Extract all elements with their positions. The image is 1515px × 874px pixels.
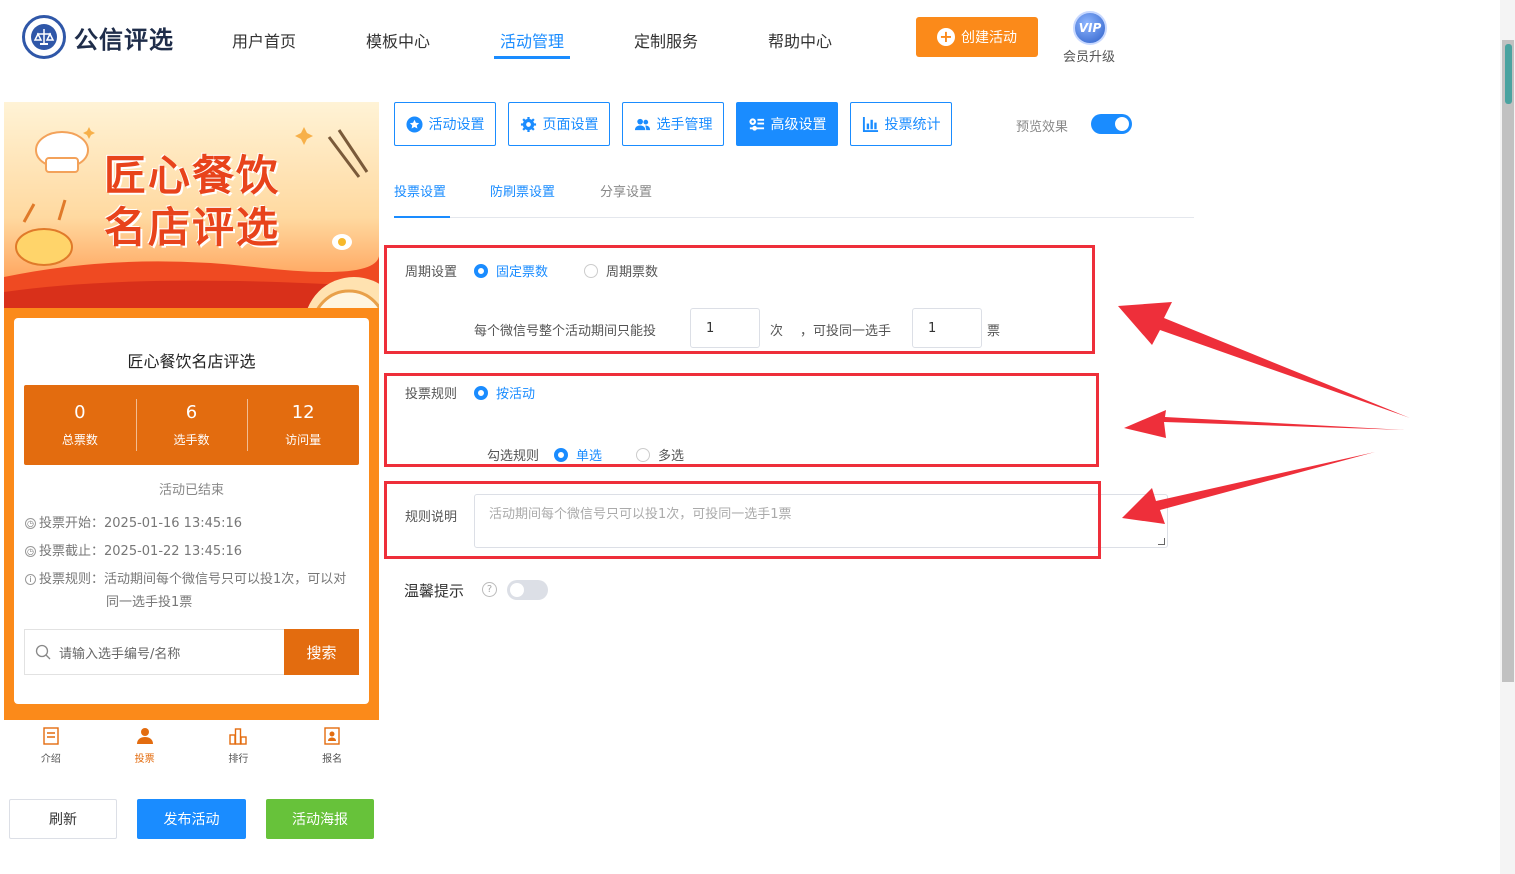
nav-active-indicator (494, 56, 570, 59)
preview-effect-label: 预览效果 (1016, 120, 1069, 135)
stat-visits: 12 访问量 (247, 385, 359, 465)
subtab-divider (394, 217, 1194, 218)
vote-statistics-button[interactable]: 投票统计 (850, 102, 952, 146)
activity-poster-button[interactable]: 活动海报 (266, 799, 374, 839)
ranking-icon (229, 727, 248, 745)
banner-title: 匠心餐饮 名店评选 (104, 151, 281, 252)
player-search-input[interactable]: 请输入选手编号/名称 (24, 629, 284, 675)
vote-start-line: ◷ 投票开始：2025-01-16 13:45:16 (25, 516, 243, 531)
bar-chart-icon (862, 116, 878, 132)
arrow-to-description (1122, 452, 1375, 524)
player-management-button[interactable]: 选手管理 (622, 102, 724, 146)
document-icon (43, 726, 59, 745)
stats-box: 0 总票数 6 选手数 12 访问量 (24, 385, 359, 465)
subtab-share-settings[interactable]: 分享设置 (600, 181, 652, 200)
page-settings-button[interactable]: 页面设置 (508, 102, 610, 146)
preview-banner: 匠心餐饮 名店评选 (4, 102, 379, 312)
info-icon: i (25, 574, 36, 585)
warm-tip-label: 温馨提示 (404, 582, 465, 600)
vote-rule-line-2: 同一选手投1票 (106, 595, 193, 610)
scrollbar-thumb[interactable] (1502, 40, 1514, 682)
help-icon[interactable]: ? (482, 582, 497, 597)
nav-template-center[interactable]: 模板中心 (366, 28, 430, 52)
vip-upgrade-link[interactable]: 会员升级 (1063, 46, 1115, 65)
refresh-button[interactable]: 刷新 (9, 799, 117, 839)
activity-settings-button[interactable]: 活动设置 (394, 102, 496, 146)
annotation-arrows (1118, 302, 1410, 524)
nav-help-center[interactable]: 帮助中心 (768, 28, 832, 52)
arrow-to-cycle (1118, 302, 1410, 418)
card-title: 匠心餐饮名店评选 (127, 352, 256, 371)
arrow-to-rule (1124, 410, 1405, 438)
tab-vote[interactable]: 投票 (98, 720, 192, 770)
create-activity-button[interactable]: + 创建活动 (916, 17, 1038, 57)
activity-status: 活动已结束 (158, 483, 224, 498)
sliders-icon (748, 117, 764, 131)
highlight-box-description (384, 481, 1101, 559)
scrollbar-indicator (1505, 44, 1512, 104)
vote-end-line: ◷ 投票截止：2025-01-22 13:45:16 (25, 544, 243, 559)
nav-custom-service[interactable]: 定制服务 (634, 28, 698, 52)
advanced-settings-button[interactable]: 高级设置 (736, 102, 838, 146)
tab-intro[interactable]: 介绍 (4, 720, 98, 770)
publish-activity-button[interactable]: 发布活动 (137, 799, 246, 839)
preview-effect-toggle[interactable] (1091, 114, 1132, 134)
stat-players: 6 选手数 (135, 385, 248, 465)
nav-activity-management[interactable]: 活动管理 (500, 28, 564, 52)
plus-icon: + (937, 28, 955, 46)
preview-tabbar: 介绍 投票 排行 报名 (4, 720, 379, 770)
clock-icon: ◷ (25, 518, 36, 529)
vote-rule-line: i 投票规则：活动期间每个微信号只可以投1次，可以对 (25, 568, 346, 591)
search-button[interactable]: 搜索 (284, 629, 359, 675)
vip-icon[interactable]: VIP (1073, 11, 1107, 45)
signup-icon (324, 726, 340, 745)
highlight-box-cycle (384, 245, 1095, 354)
subtab-active-indicator (394, 216, 450, 218)
nav-user-home[interactable]: 用户首页 (232, 28, 296, 52)
tab-ranking[interactable]: 排行 (192, 720, 286, 770)
users-icon (634, 118, 650, 130)
subtab-vote-settings[interactable]: 投票设置 (394, 181, 446, 200)
subtab-anti-fraud[interactable]: 防刷票设置 (490, 181, 555, 200)
stat-total-votes: 0 总票数 (61, 402, 98, 447)
warm-tip-toggle[interactable] (507, 580, 548, 600)
app-name: 公信评选 (74, 26, 174, 54)
star-icon (405, 115, 423, 133)
logo-icon (22, 15, 66, 59)
clock-icon: ◷ (25, 546, 36, 557)
tab-signup[interactable]: 报名 (285, 720, 379, 770)
highlight-box-rule (384, 373, 1099, 467)
search-icon (35, 644, 51, 660)
gear-icon (520, 116, 536, 132)
user-icon (136, 727, 153, 744)
